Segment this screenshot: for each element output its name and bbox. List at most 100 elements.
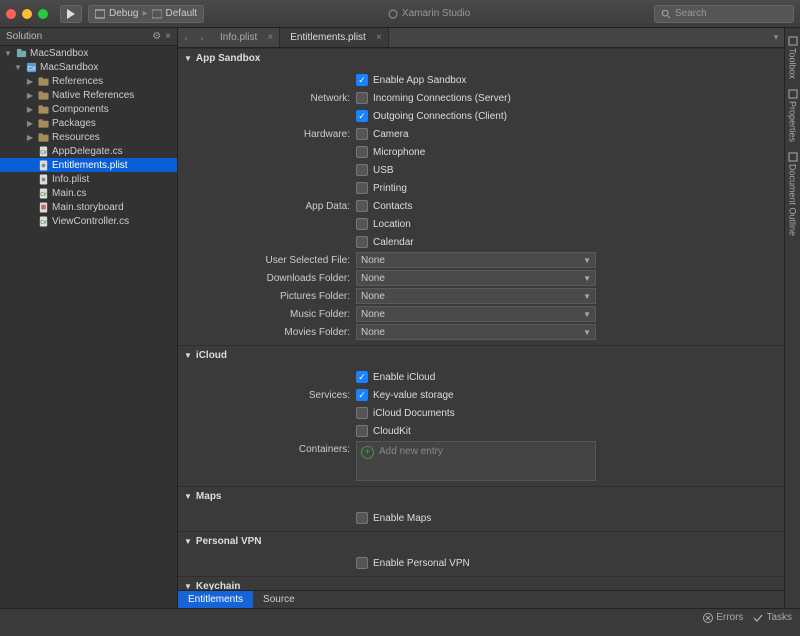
rail-label: Toolbox: [788, 48, 798, 79]
checkbox-label: CloudKit: [373, 426, 411, 437]
checkbox[interactable]: [356, 110, 368, 122]
checkbox[interactable]: [356, 200, 368, 212]
section-header[interactable]: ▼Personal VPN: [178, 532, 784, 550]
checkbox[interactable]: [356, 236, 368, 248]
nav-back-button[interactable]: ‹: [178, 28, 194, 47]
rail-pad[interactable]: Properties: [787, 85, 799, 146]
folder-icon: [37, 131, 49, 143]
disclosure-triangle-icon[interactable]: ▶: [26, 119, 34, 128]
dropdown[interactable]: None▼: [356, 288, 596, 304]
checkbox[interactable]: [356, 407, 368, 419]
row-field: Calendar: [356, 236, 784, 248]
configuration-selector[interactable]: Debug ▸ Default: [88, 5, 204, 23]
disclosure-triangle-icon: ▼: [184, 582, 192, 591]
row-field: Microphone: [356, 146, 784, 158]
checkbox[interactable]: [356, 146, 368, 158]
sidebar-gear-icon[interactable]: ⚙: [152, 31, 161, 42]
section-title: Keychain: [196, 581, 240, 591]
section: ▼Maps Enable Maps: [178, 486, 784, 531]
tree-item[interactable]: ▶Resources: [0, 130, 177, 144]
add-entry-button[interactable]: +: [361, 446, 374, 459]
tree-item[interactable]: ▼C#MacSandbox: [0, 60, 177, 74]
checkbox[interactable]: [356, 512, 368, 524]
sidebar-close-icon[interactable]: ×: [165, 31, 171, 42]
checkbox[interactable]: [356, 128, 368, 140]
disclosure-triangle-icon[interactable]: ▶: [26, 91, 34, 100]
tree-item[interactable]: C#Main.cs: [0, 186, 177, 200]
section-header[interactable]: ▼ Keychain: [178, 577, 784, 590]
tree-item[interactable]: ▶Packages: [0, 116, 177, 130]
row-field: Enable Personal VPN: [356, 557, 784, 569]
plist-icon: [37, 159, 49, 171]
storyboard-icon: [37, 201, 49, 213]
dropdown[interactable]: None▼: [356, 306, 596, 322]
zoom-window-button[interactable]: [38, 9, 48, 19]
tab-close-icon[interactable]: ×: [267, 32, 273, 43]
checkbox[interactable]: [356, 389, 368, 401]
document-tab[interactable]: Info.plist×: [210, 28, 280, 47]
tab-close-icon[interactable]: ×: [376, 32, 382, 43]
dropdown-value: None: [361, 255, 385, 266]
status-errors[interactable]: Errors: [703, 612, 743, 623]
tree-item[interactable]: ▶Native References: [0, 88, 177, 102]
run-button[interactable]: [60, 5, 82, 23]
tree-item[interactable]: C#AppDelegate.cs: [0, 144, 177, 158]
disclosure-triangle-icon[interactable]: ▶: [26, 77, 34, 86]
status-tasks[interactable]: Tasks: [753, 612, 792, 623]
solution-tree[interactable]: ▼MacSandbox▼C#MacSandbox▶References▶Nati…: [0, 46, 177, 608]
row-label: Pictures Folder:: [178, 291, 356, 302]
tree-item-label: Components: [52, 104, 109, 115]
entitlements-editor[interactable]: ▼App SandboxEnable App SandboxNetwork:In…: [178, 48, 784, 590]
tabbar-overflow-button[interactable]: ▾: [768, 28, 784, 47]
tree-item[interactable]: ▼MacSandbox: [0, 46, 177, 60]
checkbox[interactable]: [356, 557, 368, 569]
disclosure-triangle-icon[interactable]: ▼: [14, 63, 22, 72]
sidebar-options[interactable]: ⚙ ×: [152, 31, 171, 42]
section: ▼Personal VPN Enable Personal VPN: [178, 531, 784, 576]
checkbox[interactable]: [356, 218, 368, 230]
form-row: Enable Maps: [178, 509, 784, 527]
section-header[interactable]: ▼Maps: [178, 487, 784, 505]
rail-pad[interactable]: Toolbox: [787, 32, 799, 83]
checkbox[interactable]: [356, 164, 368, 176]
editor-mode-tab[interactable]: Source: [253, 591, 305, 608]
checkbox[interactable]: [356, 425, 368, 437]
minimize-window-button[interactable]: [22, 9, 32, 19]
tree-item[interactable]: C#ViewController.cs: [0, 214, 177, 228]
rail-pad[interactable]: Document Outline: [787, 148, 799, 240]
chevron-down-icon: ▼: [583, 292, 591, 301]
tree-item[interactable]: ▶References: [0, 74, 177, 88]
section-header[interactable]: ▼App Sandbox: [178, 49, 784, 67]
container-list[interactable]: +Add new entry: [356, 441, 596, 481]
dropdown-value: None: [361, 273, 385, 284]
rail-label: Document Outline: [788, 164, 798, 236]
checkbox-label: Enable Maps: [373, 513, 431, 524]
editor-area: ‹ › Info.plist×Entitlements.plist× ▾ ▼Ap…: [178, 28, 784, 608]
disclosure-triangle-icon[interactable]: ▶: [26, 133, 34, 142]
row-field: Contacts: [356, 200, 784, 212]
dropdown[interactable]: None▼: [356, 252, 596, 268]
checkbox[interactable]: [356, 371, 368, 383]
editor-mode-tab[interactable]: Entitlements: [178, 591, 253, 608]
checkbox[interactable]: [356, 92, 368, 104]
pad-icon: [788, 36, 798, 46]
document-tab[interactable]: Entitlements.plist×: [280, 28, 389, 47]
tree-item[interactable]: Info.plist: [0, 172, 177, 186]
disclosure-triangle-icon[interactable]: ▼: [4, 49, 12, 58]
dropdown[interactable]: None▼: [356, 324, 596, 340]
tree-item-label: Main.cs: [52, 188, 86, 199]
checkbox[interactable]: [356, 182, 368, 194]
tree-item[interactable]: ▶ Components: [0, 102, 177, 116]
tree-item[interactable]: Main.storyboard: [0, 200, 177, 214]
section-header[interactable]: ▼iCloud: [178, 346, 784, 364]
dropdown[interactable]: None▼: [356, 270, 596, 286]
disclosure-triangle-icon[interactable]: ▶: [26, 105, 34, 114]
checkbox[interactable]: [356, 74, 368, 86]
folder-icon: [37, 103, 49, 115]
row-label: App Data:: [178, 201, 356, 212]
search-input[interactable]: Search: [654, 5, 794, 23]
close-window-button[interactable]: [6, 9, 16, 19]
tree-item[interactable]: Entitlements.plist: [0, 158, 177, 172]
row-field: Key-value storage: [356, 389, 784, 401]
nav-forward-button[interactable]: ›: [194, 28, 210, 47]
